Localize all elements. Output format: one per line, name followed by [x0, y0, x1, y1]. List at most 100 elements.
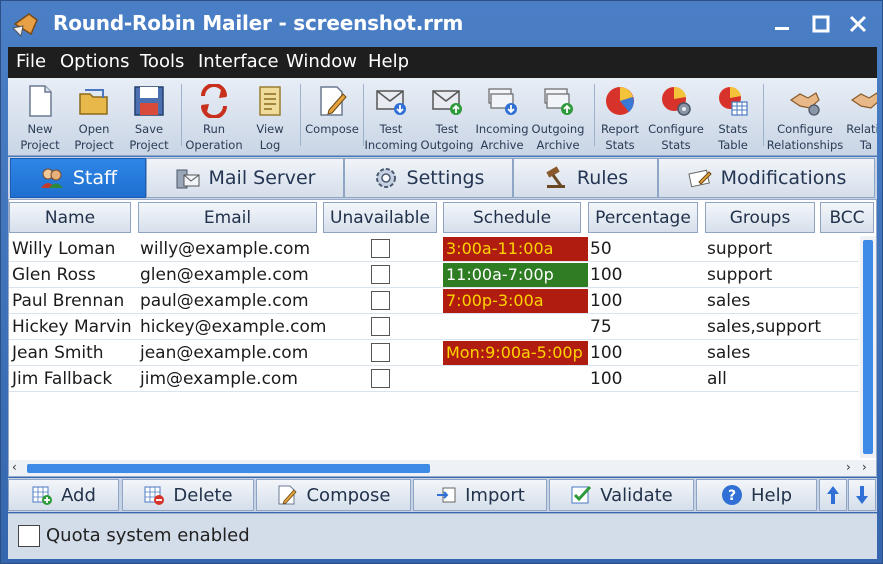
- column-header-groups[interactable]: Groups: [705, 202, 815, 233]
- stats-table-button[interactable]: Stats Table: [708, 81, 758, 153]
- settings-icon: [375, 168, 396, 188]
- menu-options[interactable]: Options: [60, 51, 129, 72]
- table-row[interactable]: Willy Loman willy@example.com 3:00a-11:00a…: [9, 236, 859, 262]
- compose-toolbar-label: Compose: [305, 122, 359, 136]
- incoming-archive-icon: [488, 88, 517, 115]
- cell-name: Glen Ross: [12, 265, 96, 285]
- title-bar: Round-Robin Mailer - screenshot.rrm: [1, 1, 882, 47]
- relationships-table-icon: [850, 92, 877, 109]
- quota-label: Quota system enabled: [46, 525, 250, 546]
- configure-stats-button[interactable]: Configure Stats: [646, 81, 706, 153]
- cell-name: Hickey Marvin: [12, 317, 132, 337]
- toolbar: New Project Open Project Save Project Ru…: [8, 78, 877, 156]
- view-log-button[interactable]: View Log: [244, 81, 296, 153]
- rules-icon: [546, 166, 565, 188]
- column-header-bcc[interactable]: BCC: [820, 202, 874, 233]
- tab-staff[interactable]: Staff: [10, 158, 146, 198]
- validate-button[interactable]: Validate: [549, 479, 694, 511]
- table-row[interactable]: Jim Fallback jim@example.com 100 all: [9, 366, 859, 392]
- table-row[interactable]: Hickey Marvin hickey@example.com 75 sales,s…: [9, 314, 859, 340]
- tab-mail-server[interactable]: Mail Server: [146, 158, 344, 198]
- view-log-icon: [259, 86, 281, 116]
- toolbar-separator: [300, 84, 301, 146]
- compose-icon: [278, 485, 298, 505]
- cell-groups: sales,support: [707, 317, 821, 337]
- column-header-schedule[interactable]: Schedule: [443, 202, 581, 233]
- menu-help[interactable]: Help: [368, 51, 409, 72]
- cell-percentage: 75: [590, 317, 612, 337]
- unavailable-checkbox[interactable]: [371, 369, 390, 388]
- menu-tools[interactable]: Tools: [140, 51, 184, 72]
- unavailable-checkbox[interactable]: [371, 291, 390, 310]
- quota-checkbox[interactable]: [18, 525, 40, 547]
- move-up-button[interactable]: [819, 479, 847, 511]
- open-project-button[interactable]: Open Project: [66, 81, 122, 153]
- unavailable-checkbox[interactable]: [371, 317, 390, 336]
- menu-interface[interactable]: Interface: [198, 51, 279, 72]
- menu-window[interactable]: Window: [286, 51, 357, 72]
- move-down-button[interactable]: [848, 479, 876, 511]
- minimize-button[interactable]: [764, 9, 800, 39]
- vertical-scroll-thumb[interactable]: [863, 240, 873, 454]
- configure-stats-label: Configure Stats: [648, 122, 704, 152]
- staff-table: Name Email Unavailable Schedule Percenta…: [8, 199, 877, 477]
- compose-toolbar-button[interactable]: Compose: [304, 81, 360, 153]
- tab-modifications-label: Modifications: [720, 167, 847, 189]
- configure-stats-icon: [662, 86, 691, 116]
- menu-file[interactable]: File: [16, 51, 46, 72]
- scroll-down-arrow-icon[interactable]: ›: [862, 460, 867, 474]
- new-project-icon: [29, 85, 52, 117]
- cell-schedule: Mon:9:00a-5:00p: [443, 341, 588, 365]
- unavailable-checkbox[interactable]: [371, 265, 390, 284]
- column-header-name[interactable]: Name: [9, 202, 131, 233]
- column-header-email[interactable]: Email: [138, 202, 317, 233]
- delete-button[interactable]: Delete: [122, 479, 254, 511]
- tab-modifications[interactable]: Modifications: [658, 158, 875, 198]
- table-row[interactable]: Glen Ross glen@example.com 11:00a-7:00p 100…: [9, 262, 859, 288]
- cell-email: glen@example.com: [140, 265, 309, 285]
- add-button[interactable]: Add: [8, 479, 119, 511]
- test-outgoing-button[interactable]: Test Outgoing: [418, 81, 476, 153]
- configure-relationships-icon: [789, 92, 820, 116]
- close-icon: [849, 15, 867, 33]
- toolbar-separator: [763, 84, 764, 146]
- relationships-table-button[interactable]: Relatio Ta: [838, 81, 877, 153]
- cell-groups: support: [707, 265, 773, 285]
- outgoing-archive-button[interactable]: Outgoing Archive: [530, 81, 586, 153]
- help-button[interactable]: ? Help: [696, 479, 817, 511]
- horizontal-scroll-thumb[interactable]: [27, 464, 430, 473]
- horizontal-scrollbar[interactable]: ‹ › ›: [9, 460, 876, 476]
- scroll-right-arrow-icon[interactable]: ›: [846, 460, 851, 474]
- cell-percentage: 100: [590, 291, 623, 311]
- close-button[interactable]: [840, 9, 876, 39]
- new-project-button[interactable]: New Project: [12, 81, 68, 153]
- compose-icon: [320, 86, 347, 116]
- test-incoming-button[interactable]: Test Incoming: [362, 81, 420, 153]
- run-operation-button[interactable]: Run Operation: [184, 81, 244, 153]
- open-project-label: Open Project: [74, 122, 114, 152]
- cell-groups: sales: [707, 343, 751, 363]
- vertical-scrollbar[interactable]: [860, 236, 876, 458]
- configure-relationships-button[interactable]: Configure Relationships: [765, 81, 845, 153]
- column-header-unavailable[interactable]: Unavailable: [323, 202, 437, 233]
- staff-icon: [40, 168, 63, 188]
- scroll-left-arrow-icon[interactable]: ‹: [12, 460, 17, 474]
- cell-name: Paul Brennan: [12, 291, 125, 311]
- unavailable-checkbox[interactable]: [371, 239, 390, 258]
- quota-panel: Quota system enabled: [8, 513, 877, 559]
- tab-rules[interactable]: Rules: [513, 158, 658, 198]
- import-button[interactable]: Import: [413, 479, 547, 511]
- run-operation-icon: [201, 84, 227, 118]
- table-row[interactable]: Jean Smith jean@example.com Mon:9:00a-5:00…: [9, 340, 859, 366]
- window-title: Round-Robin Mailer - screenshot.rrm: [53, 11, 464, 35]
- cell-groups: all: [707, 369, 727, 389]
- report-stats-button[interactable]: Report Stats: [595, 81, 645, 153]
- tab-settings[interactable]: Settings: [344, 158, 513, 198]
- table-row[interactable]: Paul Brennan paul@example.com 7:00p-3:00a 1…: [9, 288, 859, 314]
- incoming-archive-button[interactable]: Incoming Archive: [474, 81, 530, 153]
- compose-button[interactable]: Compose: [256, 479, 411, 511]
- column-header-percentage[interactable]: Percentage: [588, 202, 698, 233]
- maximize-button[interactable]: [803, 9, 839, 39]
- unavailable-checkbox[interactable]: [371, 343, 390, 362]
- save-project-button[interactable]: Save Project: [121, 81, 177, 153]
